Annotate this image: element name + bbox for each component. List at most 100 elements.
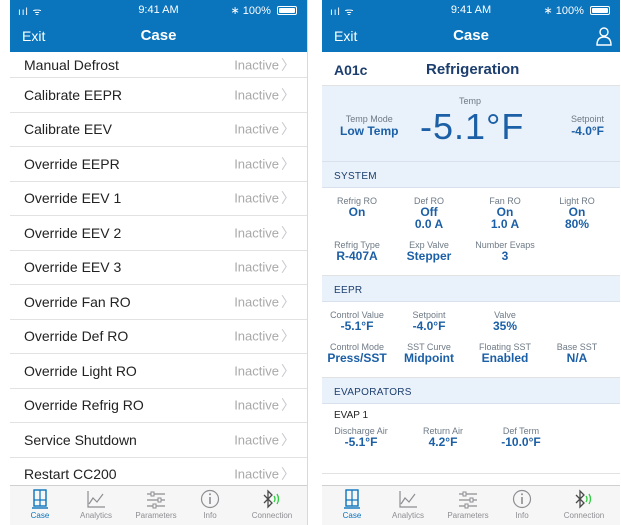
list-item-status: Inactive [234,328,279,344]
return-air: Return Air 4.2°F [408,426,478,448]
tab-info[interactable]: Info [180,489,240,520]
case-icon [322,489,382,511]
discharge-air-value: -5.1°F [344,435,378,449]
list-item-label: Override EEV 1 [24,190,122,207]
control-mode: Control Mode Press/SST [322,342,392,364]
def-ro: Def RO Off 0.0 A [394,196,464,230]
list-item-label: Override Def RO [24,328,129,345]
chevron-right-icon: 〉 [281,362,295,379]
current-temp: Temp -5.1°F [420,96,523,148]
info-icon [180,489,240,511]
list-item-override-def-ro[interactable]: Override Def RO Inactive 〉 [10,320,307,354]
exp-valve-value: Stepper [406,249,452,263]
setpoint: Setpoint -4.0°F [571,114,604,138]
setpoint-label: Setpoint [570,114,604,124]
battery-status: ∗ 100% [231,4,297,17]
valve: Valve 35% [470,310,540,332]
chevron-right-icon: 〉 [281,224,295,241]
fan-ro: Fan RO On 1.0 A [470,196,540,230]
user-icon[interactable] [596,26,612,46]
battery-icon [590,6,610,15]
base-sst-value: N/A [566,351,588,365]
list-item-label: Calibrate EEV [24,121,112,138]
chevron-right-icon: 〉 [281,190,295,207]
list-item-override-light-ro[interactable]: Override Light RO Inactive 〉 [10,354,307,389]
analytics-icon [66,489,126,511]
tab-analytics[interactable]: Analytics [378,489,438,520]
chevron-right-icon: 〉 [281,121,295,138]
list-item-manual-defrost[interactable]: Manual Defrost Inactive 〉 [10,52,307,78]
list-item-status: Inactive [234,87,279,103]
list-item-label: Override Fan RO [24,293,131,310]
battery-percent: 100% [242,5,271,17]
list-item-override-eev-2[interactable]: Override EEV 2 Inactive 〉 [10,216,307,251]
list-item-service-shutdown[interactable]: Service Shutdown Inactive 〉 [10,423,307,458]
list-item-override-refrig-ro[interactable]: Override Refrig RO Inactive 〉 [10,389,307,423]
def-term: Def Term -10.0°F [486,426,556,448]
tab-parameters[interactable]: Parameters [438,489,498,520]
list-item-status: Inactive [234,190,279,206]
list-item-status: Inactive [234,121,279,137]
list-item-override-eepr[interactable]: Override EEPR Inactive 〉 [10,147,307,182]
list-item-calibrate-eepr[interactable]: Calibrate EEPR Inactive 〉 [10,78,307,113]
number-evaps-value: 3 [501,249,509,263]
chevron-right-icon: 〉 [281,397,295,414]
status-bar: ııl ᯤ 9:41 AM ∗ 100% [322,0,620,20]
refrig-type-value: R-407A [336,249,378,263]
section-header-system: SYSTEM [322,162,620,188]
discharge-air: Discharge Air -5.1°F [326,426,396,448]
list-item-override-fan-ro[interactable]: Override Fan RO Inactive 〉 [10,285,307,320]
command-list: Manual Defrost Inactive 〉 Calibrate EEPR… [10,52,307,485]
chevron-right-icon: 〉 [281,259,295,276]
case-icon [10,489,70,511]
evaporators-grid: EVAP 1 Discharge Air -5.1°F Return Air 4… [322,404,620,474]
tab-label: Parameters [135,511,177,520]
temp-mode-value: Low Temp [340,124,399,138]
temp-label: Temp [458,96,481,106]
tab-label: Info [515,511,529,520]
parameters-icon [126,489,186,511]
tab-connection[interactable]: Connection [242,489,302,520]
tab-analytics[interactable]: Analytics [66,489,126,520]
nav-title: Case [140,27,177,44]
list-item-override-eev-1[interactable]: Override EEV 1 Inactive 〉 [10,182,307,216]
control-mode-value: Press/SST [327,351,387,365]
floating-sst-value: Enabled [481,351,529,365]
light-ro: Light RO On 80% [542,196,612,230]
list-item-label: Override EEPR [24,155,120,172]
tab-case[interactable]: Case [10,489,70,520]
tab-bar: Case Analytics Parameters Info Connectio… [10,485,307,525]
light-ro-percent: 80% [564,217,590,231]
list-item-label: Override EEV 2 [24,224,122,241]
bluetooth-icon [554,489,614,511]
bluetooth-status-icon: ∗ [543,5,553,17]
tab-parameters[interactable]: Parameters [126,489,186,520]
def-ro-amps: 0.0 A [414,217,444,231]
parameters-icon [438,489,498,511]
case-detail: A01c Refrigeration Temp Mode Low Temp Te… [322,52,620,485]
tab-connection[interactable]: Connection [554,489,614,520]
chevron-right-icon: 〉 [281,466,295,483]
list-item-restart-cc200[interactable]: Restart CC200 Inactive 〉 [10,458,307,486]
temperature-panel: Temp Mode Low Temp Temp -5.1°F Setpoint … [322,86,620,162]
refrig-ro: Refrig RO On [322,196,392,218]
list-item-label: Override Refrig RO [24,397,144,414]
list-item-calibrate-eev[interactable]: Calibrate EEV Inactive 〉 [10,113,307,147]
case-detail-screen: ııl ᯤ 9:41 AM ∗ 100% Exit Case A01c Refr… [322,0,620,525]
battery-status: ∗ 100% [544,4,610,17]
section-header-evaporators: EVAPORATORS [322,378,620,404]
number-evaps: Number Evaps 3 [470,240,540,262]
base-sst: Base SST N/A [542,342,612,364]
tab-case[interactable]: Case [322,489,382,520]
chevron-right-icon: 〉 [281,431,295,448]
case-header: A01c Refrigeration [322,52,620,86]
eepr-setpoint: Setpoint -4.0°F [394,310,464,332]
fan-ro-amps: 1.0 A [490,217,520,231]
list-item-override-eev-3[interactable]: Override EEV 3 Inactive 〉 [10,251,307,285]
tab-bar: Case Analytics Parameters Info Connectio… [322,485,620,525]
list-item-status: Inactive [234,156,279,172]
nav-bar: Exit Case [10,20,307,52]
case-type: Refrigeration [426,61,520,78]
chevron-right-icon: 〉 [281,293,295,310]
tab-info[interactable]: Info [492,489,552,520]
